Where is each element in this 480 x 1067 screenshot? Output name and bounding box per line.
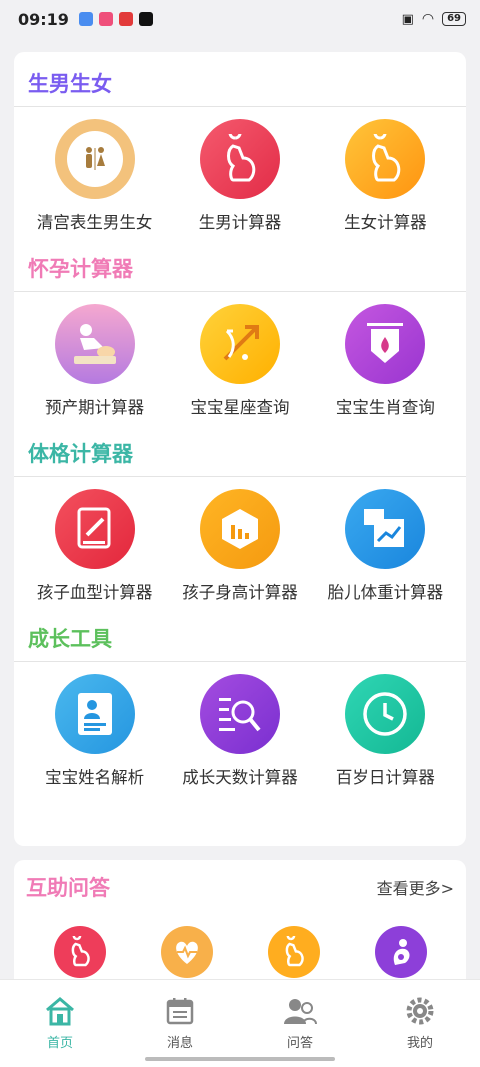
- tool-label: 生女计算器: [344, 213, 427, 232]
- section-physique: 体格计算器 孩子血型计算器 孩子身高计算器 胎儿体重计算器: [14, 432, 466, 617]
- tab-label: 首页: [46, 1036, 73, 1051]
- sim-icon: ▣: [401, 11, 414, 27]
- home-indicator: [145, 1057, 335, 1061]
- tool-boy-calculator[interactable]: 生男计算器: [170, 119, 310, 233]
- section-title: 怀孕计算器: [14, 247, 466, 292]
- bottom-tab-bar: 首页 消息 问答 我的: [0, 979, 480, 1067]
- image-icon: [345, 489, 426, 569]
- tab-label: 问答: [286, 1036, 313, 1051]
- section-title: 生男生女: [14, 62, 466, 107]
- tab-label: 消息: [166, 1036, 193, 1051]
- tool-label: 成长天数计算器: [182, 768, 298, 787]
- app-notification-icon: [78, 12, 93, 26]
- baby-care-icon: [54, 304, 135, 384]
- pregnant-icon[interactable]: [53, 926, 106, 978]
- pregnant-icon: [199, 119, 280, 199]
- calendar-icon: [166, 998, 194, 1025]
- tab-qa[interactable]: 问答: [240, 980, 360, 1067]
- tab-mine[interactable]: 我的: [360, 980, 480, 1067]
- gear-icon: [406, 997, 434, 1025]
- tool-growth-days[interactable]: 成长天数计算器: [170, 674, 310, 788]
- section-gender: 生男生女 清宫表生男生女 生男计算器 生女计算器: [14, 62, 466, 247]
- search-list-icon: [199, 674, 280, 754]
- pregnant-icon: [345, 119, 426, 199]
- status-time: 09:19: [18, 9, 69, 29]
- status-app-icons: [78, 12, 153, 26]
- section-pregnancy: 怀孕计算器 预产期计算器 宝宝星座查询 宝宝生肖查询: [14, 247, 466, 432]
- heart-pulse-icon[interactable]: [160, 926, 213, 978]
- status-bar: 09:19 ▣ ◠ 69: [0, 0, 480, 38]
- tool-label: 预产期计算器: [45, 398, 145, 417]
- section-title: 成长工具: [14, 617, 466, 662]
- tool-label: 百岁日计算器: [335, 768, 435, 787]
- tool-label: 宝宝生肖查询: [335, 398, 435, 417]
- height-chart-icon: [199, 489, 280, 569]
- users-icon: [284, 999, 317, 1025]
- tool-baby-name[interactable]: 宝宝姓名解析: [25, 674, 165, 788]
- zodiac-icon: [199, 304, 280, 384]
- tool-label: 孩子身高计算器: [182, 583, 298, 602]
- home-icon: [46, 997, 74, 1026]
- mother-baby-icon[interactable]: [374, 926, 427, 978]
- battery-icon: 69: [442, 12, 466, 26]
- tool-label: 宝宝姓名解析: [45, 768, 145, 787]
- qa-more-link[interactable]: 查看更多>: [377, 875, 454, 899]
- app-notification-icon: [98, 12, 113, 26]
- tools-card: 生男生女 清宫表生男生女 生男计算器 生女计算器 怀孕计算器 预产期计算器 宝宝…: [14, 52, 466, 846]
- pregnant-icon[interactable]: [267, 926, 320, 978]
- tool-100-days[interactable]: 百岁日计算器: [315, 674, 455, 788]
- clock-icon: [345, 674, 426, 754]
- tool-label: 宝宝星座查询: [190, 398, 290, 417]
- app-notification-icon: [118, 12, 133, 26]
- tool-qinggong[interactable]: 清宫表生男生女: [25, 119, 165, 233]
- tool-constellation[interactable]: 宝宝星座查询: [170, 304, 310, 418]
- tool-zodiac-animal[interactable]: 宝宝生肖查询: [315, 304, 455, 418]
- status-right: ▣ ◠ 69: [402, 11, 466, 27]
- tool-fetal-weight[interactable]: 胎儿体重计算器: [315, 489, 455, 603]
- tool-blood-type[interactable]: 孩子血型计算器: [25, 489, 165, 603]
- section-title: 体格计算器: [14, 432, 466, 477]
- tool-label: 孩子血型计算器: [36, 583, 153, 602]
- id-document-icon: [54, 674, 135, 754]
- tool-label: 胎儿体重计算器: [327, 583, 444, 602]
- app-notification-icon: [138, 12, 153, 26]
- toilet-sign-icon: [54, 119, 135, 199]
- qa-title: 互助问答: [26, 876, 110, 900]
- tool-girl-calculator[interactable]: 生女计算器: [315, 119, 455, 233]
- tool-label: 生男计算器: [198, 213, 282, 232]
- shield-fire-icon: [345, 304, 426, 384]
- tool-due-date[interactable]: 预产期计算器: [25, 304, 165, 418]
- tab-messages[interactable]: 消息: [120, 980, 240, 1067]
- tab-label: 我的: [406, 1036, 433, 1051]
- edit-book-icon: [54, 489, 135, 569]
- wifi-icon: ◠: [421, 11, 435, 27]
- section-growth: 成长工具 宝宝姓名解析 成长天数计算器 百岁日计算器: [14, 617, 466, 802]
- tool-label: 清宫表生男生女: [36, 213, 153, 232]
- tab-home[interactable]: 首页: [0, 980, 120, 1067]
- tool-child-height[interactable]: 孩子身高计算器: [170, 489, 310, 603]
